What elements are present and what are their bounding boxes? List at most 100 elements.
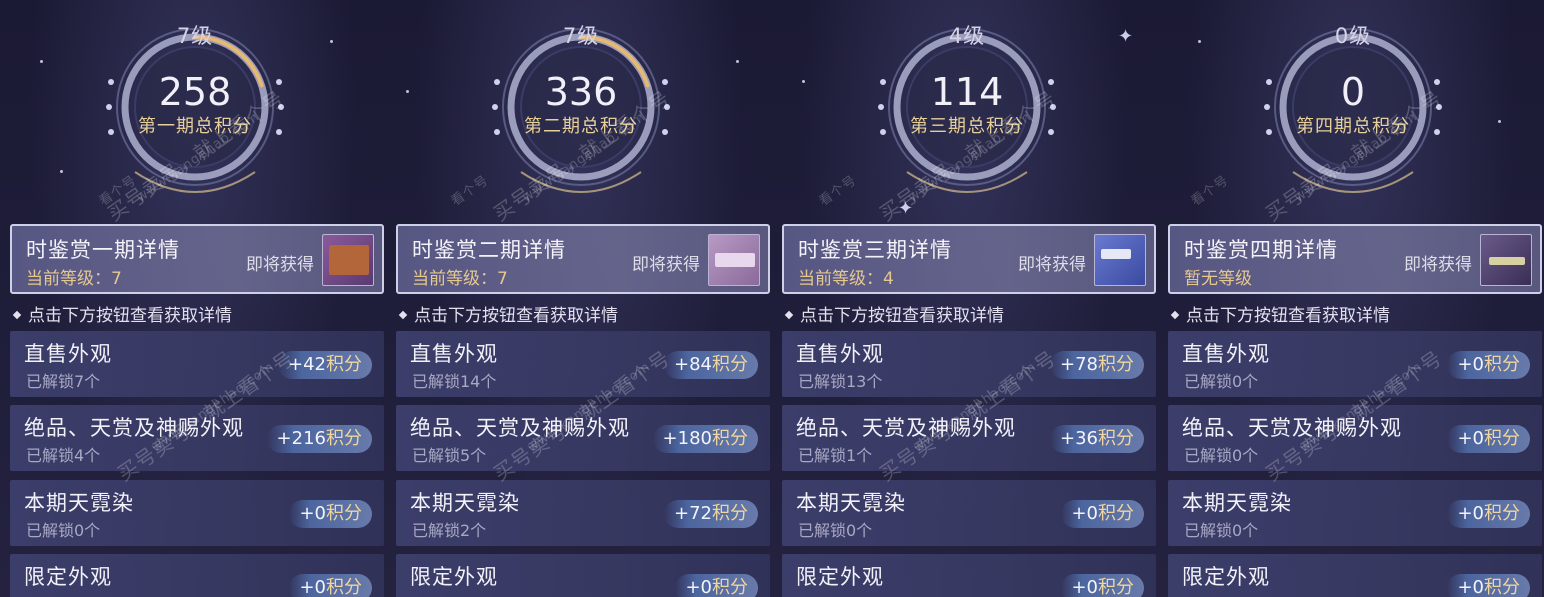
- total-score: 336: [544, 70, 618, 114]
- score-ring: 4级 114 第三期总积分: [877, 12, 1057, 202]
- points-unit: 积分: [1098, 577, 1134, 597]
- category-row-limited[interactable]: 限定外观 +0积分: [396, 554, 770, 597]
- period-panel-4: 0级 0 第四期总积分 时鉴赏四期详情 暂无等级 即将获得 点击下方按钮查看获取…: [1158, 0, 1544, 597]
- current-level: 当前等级：7: [26, 269, 122, 289]
- hint-text: 点击下方按钮查看获取详情: [1170, 301, 1390, 326]
- score-ring: 7级 258 第一期总积分: [105, 12, 285, 202]
- points-badge: +36积分: [1050, 425, 1144, 453]
- row-unlocked: 已解锁0个: [26, 521, 101, 540]
- category-row-limited[interactable]: 限定外观 +0积分: [782, 554, 1156, 597]
- points-badge: +0积分: [289, 574, 372, 597]
- level-label: 0级: [1334, 24, 1372, 48]
- reward-thumbnail[interactable]: [322, 234, 374, 286]
- points-value: +0: [1457, 428, 1484, 449]
- period-detail-card[interactable]: 时鉴赏四期详情 暂无等级 即将获得: [1168, 224, 1542, 294]
- period-panel-3: ✦ ✦ 4级 114 第三期总积分 时鉴赏三期详情 当前等级：4 即将获得 点击…: [772, 0, 1158, 597]
- category-row-direct-sale[interactable]: 直售外观 已解锁0个 +0积分: [1168, 331, 1542, 397]
- hint-text: 点击下方按钮查看获取详情: [12, 301, 232, 326]
- points-badge: +0积分: [1447, 574, 1530, 597]
- reward-thumbnail[interactable]: [1094, 234, 1146, 286]
- points-badge: +0积分: [1061, 500, 1144, 528]
- points-badge: +42积分: [278, 351, 372, 379]
- total-score-label: 第一期总积分: [138, 116, 252, 137]
- category-row-premium[interactable]: 绝品、天赏及神赐外观 已解锁4个 +216积分: [10, 405, 384, 471]
- category-row-dye[interactable]: 本期天霓染 已解锁0个 +0积分: [1168, 480, 1542, 546]
- points-unit: 积分: [326, 354, 362, 375]
- points-value: +0: [1071, 577, 1098, 597]
- points-badge: +78积分: [1050, 351, 1144, 379]
- category-row-direct-sale[interactable]: 直售外观 已解锁13个 +78积分: [782, 331, 1156, 397]
- points-unit: 积分: [1484, 354, 1520, 375]
- points-badge: +0积分: [289, 500, 372, 528]
- hint-text: 点击下方按钮查看获取详情: [398, 301, 618, 326]
- total-score-label: 第四期总积分: [1296, 116, 1410, 137]
- category-row-dye[interactable]: 本期天霓染 已解锁0个 +0积分: [10, 480, 384, 546]
- points-unit: 积分: [1098, 428, 1134, 449]
- row-title: 直售外观: [1182, 342, 1270, 366]
- score-ring: 7级 336 第二期总积分: [491, 12, 671, 202]
- points-value: +78: [1060, 354, 1098, 375]
- detail-title: 时鉴赏四期详情: [1184, 238, 1338, 262]
- points-badge: +0积分: [1447, 500, 1530, 528]
- period-detail-card[interactable]: 时鉴赏三期详情 当前等级：4 即将获得: [782, 224, 1156, 294]
- points-value: +36: [1060, 428, 1098, 449]
- reward-thumbnail[interactable]: [708, 234, 760, 286]
- category-row-limited[interactable]: 限定外观 +0积分: [10, 554, 384, 597]
- points-unit: 积分: [712, 428, 748, 449]
- diamond-bullet-icon: [12, 310, 22, 320]
- row-title: 直售外观: [24, 342, 112, 366]
- hint-label: 点击下方按钮查看获取详情: [414, 306, 618, 326]
- points-unit: 积分: [1098, 503, 1134, 524]
- row-unlocked: 已解锁2个: [412, 521, 487, 540]
- points-unit: 积分: [326, 428, 362, 449]
- category-row-premium[interactable]: 绝品、天赏及神赐外观 已解锁1个 +36积分: [782, 405, 1156, 471]
- current-level: 暂无等级: [1184, 269, 1252, 289]
- points-value: +0: [1457, 577, 1484, 597]
- points-badge: +0积分: [1447, 425, 1530, 453]
- reward-item-icon: [329, 245, 369, 275]
- category-row-premium[interactable]: 绝品、天赏及神赐外观 已解锁0个 +0积分: [1168, 405, 1542, 471]
- category-row-direct-sale[interactable]: 直售外观 已解锁7个 +42积分: [10, 331, 384, 397]
- reward-thumbnail[interactable]: [1480, 234, 1532, 286]
- total-score: 114: [930, 70, 1004, 114]
- reward-item-icon: [715, 253, 755, 267]
- diamond-bullet-icon: [784, 310, 794, 320]
- row-unlocked: 已解锁4个: [26, 446, 101, 465]
- points-unit: 积分: [712, 354, 748, 375]
- watermark-brand: 看个号: [816, 172, 860, 210]
- upcoming-label: 即将获得: [632, 255, 700, 275]
- category-row-premium[interactable]: 绝品、天赏及神赐外观 已解锁5个 +180积分: [396, 405, 770, 471]
- total-score: 0: [1340, 70, 1366, 114]
- points-value: +0: [1457, 354, 1484, 375]
- upcoming-label: 即将获得: [246, 255, 314, 275]
- points-unit: 积分: [1484, 577, 1520, 597]
- points-value: +72: [674, 503, 712, 524]
- row-unlocked: 已解锁0个: [1184, 372, 1259, 391]
- category-row-limited[interactable]: 限定外观 +0积分: [1168, 554, 1542, 597]
- row-unlocked: 已解锁7个: [26, 372, 101, 391]
- category-row-direct-sale[interactable]: 直售外观 已解锁14个 +84积分: [396, 331, 770, 397]
- points-value: +0: [1457, 503, 1484, 524]
- current-level: 当前等级：7: [412, 269, 508, 289]
- period-detail-card[interactable]: 时鉴赏二期详情 当前等级：7 即将获得: [396, 224, 770, 294]
- level-label: 7级: [176, 24, 214, 48]
- points-value: +84: [674, 354, 712, 375]
- points-badge: +216积分: [266, 425, 372, 453]
- reward-item-icon: [1489, 257, 1525, 265]
- points-badge: +0积分: [1447, 351, 1530, 379]
- total-score-label: 第二期总积分: [524, 116, 638, 137]
- category-row-dye[interactable]: 本期天霓染 已解锁0个 +0积分: [782, 480, 1156, 546]
- period-detail-card[interactable]: 时鉴赏一期详情 当前等级：7 即将获得: [10, 224, 384, 294]
- points-unit: 积分: [1484, 428, 1520, 449]
- points-unit: 积分: [1484, 503, 1520, 524]
- category-row-dye[interactable]: 本期天霓染 已解锁2个 +72积分: [396, 480, 770, 546]
- hint-label: 点击下方按钮查看获取详情: [800, 306, 1004, 326]
- points-unit: 积分: [326, 577, 362, 597]
- points-value: +0: [299, 577, 326, 597]
- points-badge: +180积分: [652, 425, 758, 453]
- watermark-brand: 看个号: [1188, 172, 1232, 210]
- period-panel-2: 7级 336 第二期总积分 时鉴赏二期详情 当前等级：7 即将获得 点击下方按钮…: [386, 0, 772, 597]
- level-label: 4级: [948, 24, 986, 48]
- row-unlocked: 已解锁5个: [412, 446, 487, 465]
- row-unlocked: 已解锁0个: [798, 521, 873, 540]
